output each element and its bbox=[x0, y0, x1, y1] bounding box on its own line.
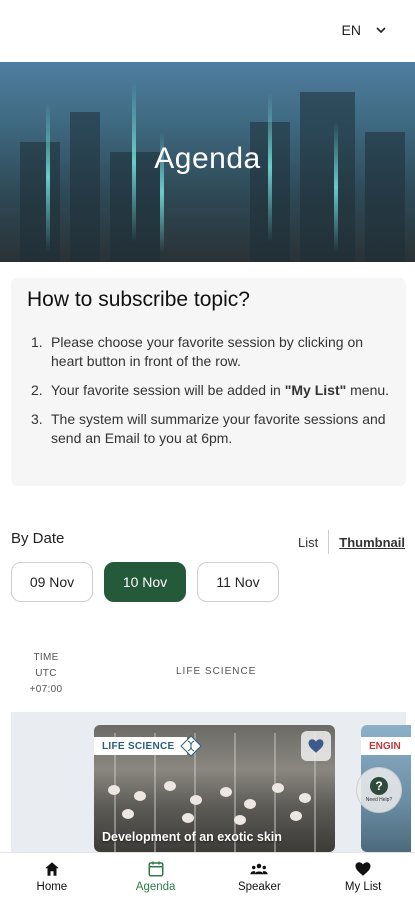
calendar-icon bbox=[148, 861, 164, 877]
session-title: Development of an exotic skin bbox=[102, 830, 282, 844]
date-button-09-nov[interactable]: 09 Nov bbox=[11, 562, 93, 602]
need-help-button[interactable]: ? Need Help? bbox=[356, 767, 402, 813]
nav-speaker[interactable]: Speaker bbox=[208, 853, 312, 900]
track-header: LIFE SCIENCE bbox=[176, 666, 257, 677]
subscribe-info-box: How to subscribe topic? 1. Please choose… bbox=[11, 278, 406, 486]
language-selector[interactable]: EN bbox=[342, 22, 387, 38]
nav-label: Speaker bbox=[237, 881, 281, 893]
info-title: How to subscribe topic? bbox=[27, 288, 250, 311]
page-title: Agenda bbox=[154, 142, 261, 175]
language-label: EN bbox=[341, 22, 361, 38]
heart-icon bbox=[355, 862, 371, 876]
session-track-tag: LIFE SCIENCE bbox=[94, 737, 187, 755]
info-step: 2. Your favorite session will be added i… bbox=[31, 382, 390, 398]
hero-banner: Agenda bbox=[0, 62, 415, 262]
nav-home[interactable]: Home bbox=[0, 853, 104, 900]
people-icon bbox=[250, 863, 268, 875]
info-step: 3. The system will summarize your favori… bbox=[31, 411, 386, 446]
favorite-button[interactable] bbox=[301, 731, 331, 761]
date-button-10-nov[interactable]: 10 Nov bbox=[104, 562, 186, 602]
dna-icon bbox=[180, 735, 202, 757]
home-icon bbox=[45, 862, 59, 876]
view-toggle: List Thumbnail bbox=[298, 530, 405, 554]
info-step: 1. Please choose your favorite session b… bbox=[31, 334, 364, 369]
bottom-nav: Home Agenda Speaker My List bbox=[0, 852, 415, 900]
question-icon: ? bbox=[370, 777, 388, 795]
nav-my-list[interactable]: My List bbox=[311, 853, 415, 900]
nav-label: Home bbox=[36, 881, 68, 893]
help-label: Need Help? bbox=[365, 797, 393, 803]
chevron-down-icon bbox=[376, 27, 386, 34]
date-selector: 09 Nov 10 Nov 11 Nov bbox=[11, 562, 279, 602]
date-button-11-nov[interactable]: 11 Nov bbox=[197, 562, 279, 602]
session-card[interactable]: LIFE SCIENCE Development of an exotic sk… bbox=[94, 725, 335, 852]
time-column-header: TIME UTC +07:00 bbox=[29, 652, 63, 695]
view-thumbnail-button[interactable]: Thumbnail bbox=[339, 535, 405, 550]
top-bar: EN bbox=[0, 0, 415, 62]
nav-agenda[interactable]: Agenda bbox=[104, 853, 208, 900]
by-date-label: By Date bbox=[11, 530, 65, 547]
session-track-tag: ENGIN bbox=[361, 737, 411, 755]
heart-icon bbox=[308, 739, 324, 753]
nav-label: My List bbox=[344, 881, 382, 893]
view-list-button[interactable]: List bbox=[298, 535, 318, 550]
info-steps: 1. Please choose your favorite session b… bbox=[27, 333, 390, 448]
divider bbox=[328, 530, 330, 554]
nav-label: Agenda bbox=[135, 881, 176, 893]
